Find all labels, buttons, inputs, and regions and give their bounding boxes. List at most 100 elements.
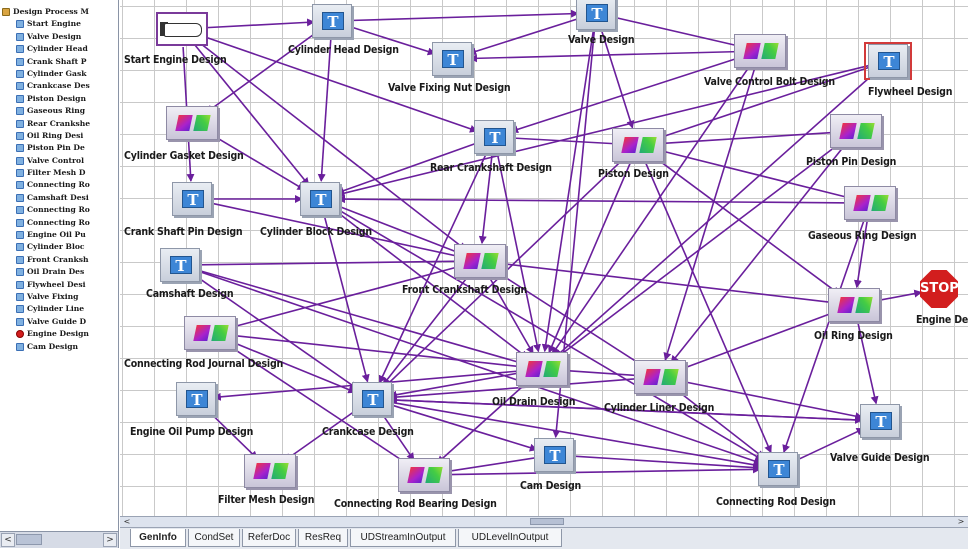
tree-item[interactable]: Crankcase Des — [0, 80, 118, 92]
tree-item[interactable]: Engine Design — [0, 328, 118, 340]
text-document-icon: T — [474, 120, 514, 154]
tree-item[interactable]: Valve Guide D — [0, 316, 118, 328]
tree-item-label: Oil Drain Des — [27, 267, 85, 277]
edge-head-to-valve[interactable] — [349, 9, 579, 22]
tree-item-label: Flywheel Desi — [27, 279, 86, 289]
node-label: Engine Design — [916, 314, 968, 326]
edge-piston-to-pin[interactable] — [655, 128, 839, 145]
edge-start-to-head[interactable] — [199, 18, 315, 29]
scroll-right-arrow-icon[interactable]: > — [956, 517, 966, 527]
tree-item[interactable]: Connecting Ro — [0, 217, 118, 229]
task-icon — [16, 181, 24, 190]
tree-item[interactable]: Connecting Ro — [0, 179, 118, 191]
edge-bearing-to-rod[interactable] — [441, 465, 761, 476]
tree-item[interactable]: Gaseous Ring — [0, 105, 118, 117]
scroll-left-arrow-icon[interactable]: < — [1, 533, 15, 547]
edge-piston-to-oilring[interactable] — [652, 155, 841, 295]
edge-gas-to-block[interactable] — [337, 195, 853, 204]
tree-item[interactable]: Cam Design — [0, 341, 118, 353]
tree-item-label: Filter Mesh D — [27, 168, 86, 178]
pointing-hand-icon — [156, 12, 208, 46]
tree-item[interactable]: Flywheel Desi — [0, 279, 118, 291]
task-icon — [16, 156, 24, 165]
edge-camd-to-bearing[interactable] — [440, 456, 537, 476]
task-icon — [16, 268, 24, 277]
node-label: Cylinder Head Design — [288, 44, 399, 56]
tree-root[interactable]: Design Process M — [0, 6, 118, 18]
text-document-icon: T — [534, 438, 574, 472]
stop-sign-icon: STOP — [920, 270, 958, 308]
edge-cam-to-front[interactable] — [197, 257, 463, 266]
tab-udlevelinoutput[interactable]: UDLevelInOutput — [458, 529, 562, 547]
task-icon — [16, 82, 24, 91]
assembly-icon — [244, 454, 296, 488]
tree-item[interactable]: Rear Crankshe — [0, 118, 118, 130]
edge-ctrlbolt-to-fixnut[interactable] — [469, 50, 743, 63]
tree-item-label: Valve Control — [27, 155, 84, 165]
scroll-right-arrow-icon[interactable]: > — [103, 533, 117, 547]
process-diagram-canvas[interactable]: Start Engine Design T Cylinder Head Desi… — [120, 0, 968, 516]
tree-item-label: Valve Guide D — [27, 316, 87, 326]
tree-item[interactable]: Oil Drain Des — [0, 266, 118, 278]
text-document-icon: T — [176, 382, 216, 416]
tree-item-label: Crankcase Des — [27, 81, 90, 91]
tree-item-label: Design Process M — [13, 7, 89, 16]
tree-item[interactable]: Engine Oil Pu — [0, 229, 118, 241]
task-icon — [16, 94, 24, 103]
edge-front-to-journal[interactable] — [226, 264, 463, 331]
task-icon — [16, 342, 24, 351]
tree-item-label: Crank Shaft P — [27, 56, 87, 66]
tree-item[interactable]: Oil Ring Desi — [0, 130, 118, 142]
edge-start-to-front[interactable] — [195, 39, 467, 251]
edge-valve-to-fixnut[interactable] — [468, 17, 580, 56]
edge-block-to-rod[interactable] — [335, 207, 764, 461]
edge-front-to-oilring[interactable] — [497, 262, 838, 307]
tree-item-label: Engine Oil Pu — [27, 230, 86, 240]
task-icon — [16, 69, 24, 78]
tree-item-label: Camshaft Desi — [27, 192, 89, 202]
task-icon — [16, 119, 24, 128]
assembly-icon — [184, 316, 236, 350]
tree-item[interactable]: Cylinder Head — [0, 43, 118, 55]
scroll-thumb[interactable] — [530, 518, 564, 525]
tab-geninfo[interactable]: GenInfo — [130, 529, 186, 547]
edge-liner-to-rod[interactable] — [673, 387, 765, 459]
tree-item-label: Valve Design — [27, 31, 82, 41]
tree-item[interactable]: Piston Pin De — [0, 142, 118, 154]
text-document-icon: T — [300, 182, 340, 216]
tree-item[interactable]: Connecting Ro — [0, 204, 118, 216]
tree-item[interactable]: Cylinder Bloc — [0, 241, 118, 253]
node-label: Crankcase Design — [322, 426, 414, 438]
task-icon — [16, 218, 24, 227]
edge-block-to-crankcase[interactable] — [323, 216, 370, 383]
tree-item[interactable]: Start Engine — [0, 18, 118, 30]
scroll-left-arrow-icon[interactable]: < — [122, 517, 132, 527]
tree-item[interactable]: Front Cranksh — [0, 254, 118, 266]
tab-condset[interactable]: CondSet — [188, 529, 240, 547]
tree-item[interactable]: Piston Design — [0, 93, 118, 105]
edge-head-to-block[interactable] — [317, 38, 332, 182]
tab-referdoc[interactable]: ReferDoc — [242, 529, 296, 547]
canvas-horizontal-scrollbar[interactable]: < > — [120, 516, 968, 527]
tree-item[interactable]: Camshaft Desi — [0, 192, 118, 204]
scroll-thumb[interactable] — [16, 534, 42, 545]
task-icon — [16, 20, 24, 29]
edge-ctrlbolt-to-rear[interactable] — [510, 55, 744, 134]
tree-item-label: Cylinder Line — [27, 304, 85, 314]
tree-horizontal-scrollbar[interactable]: < > — [0, 531, 118, 548]
tree-item[interactable]: Cylinder Line — [0, 303, 118, 315]
tree-item[interactable]: Valve Control — [0, 155, 118, 167]
tree-item[interactable]: Crank Shaft P — [0, 56, 118, 68]
node-label: Filter Mesh Design — [218, 494, 315, 506]
tree-item[interactable]: Valve Design — [0, 31, 118, 43]
tree-item[interactable]: Cylinder Gask — [0, 68, 118, 80]
edge-drain-to-liner[interactable] — [559, 369, 643, 380]
tree-item[interactable]: Valve Fixing — [0, 291, 118, 303]
tab-udstreaminoutput[interactable]: UDStreamInOutput — [350, 529, 456, 547]
tree-item[interactable]: Filter Mesh D — [0, 167, 118, 179]
tab-resreq[interactable]: ResReq — [298, 529, 348, 547]
edge-camd-to-rod[interactable] — [571, 455, 761, 472]
task-icon — [16, 255, 24, 264]
node-label: Valve Design — [568, 34, 635, 46]
stop-text: STOP — [920, 281, 959, 296]
